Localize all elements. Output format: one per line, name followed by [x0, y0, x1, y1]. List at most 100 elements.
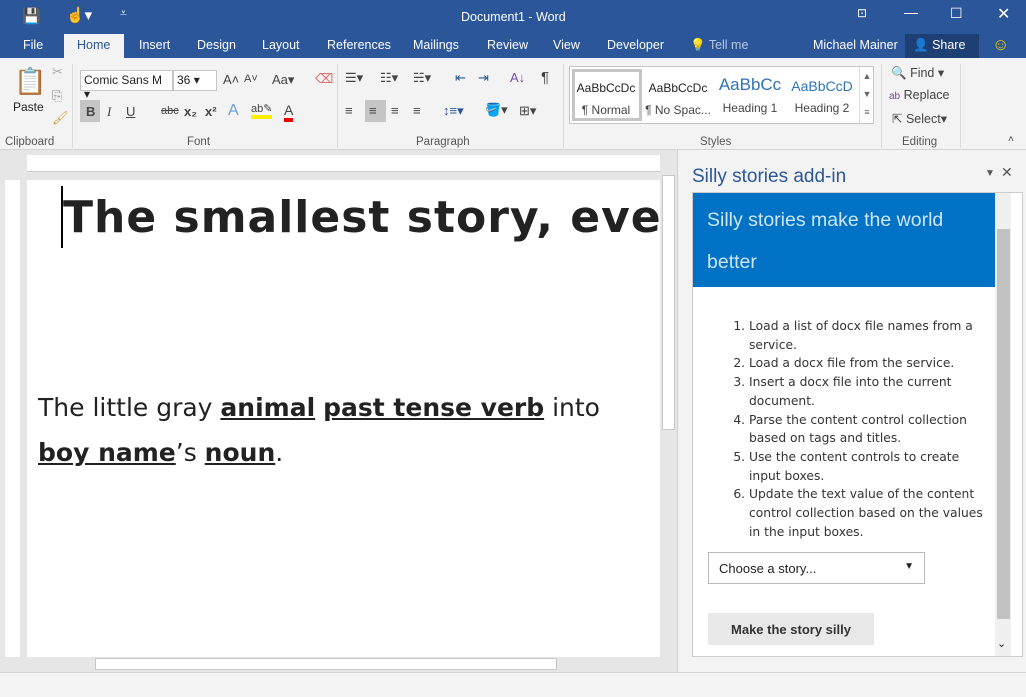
- text-run: .: [275, 438, 284, 467]
- pane-options-icon[interactable]: ▼: [985, 168, 995, 179]
- style-heading-1[interactable]: AaBbCc Heading 1: [714, 67, 786, 123]
- bullets-icon[interactable]: ☰▾: [345, 70, 363, 86]
- horizontal-ruler[interactable]: [27, 155, 660, 172]
- change-case-button[interactable]: Aa▾: [272, 72, 294, 88]
- subscript-button[interactable]: x₂: [184, 104, 197, 119]
- cut-icon[interactable]: ✂: [52, 64, 63, 80]
- paste-icon[interactable]: 📋: [14, 66, 46, 97]
- clear-formatting-icon[interactable]: ⌫: [315, 71, 333, 87]
- ribbon: 📋 Paste ✂ ⎘ 🖌 Clipboard Comic Sans M ▾ 3…: [0, 58, 1026, 150]
- minimize-icon[interactable]: —: [904, 4, 918, 20]
- find-button[interactable]: 🔍 Find ▾: [891, 65, 944, 81]
- paste-button[interactable]: Paste: [13, 100, 44, 114]
- align-center-icon[interactable]: ≡: [369, 103, 377, 118]
- ribbon-display-icon[interactable]: ⊡: [857, 6, 867, 20]
- text-run: ’s: [175, 438, 205, 467]
- tab-references[interactable]: References: [327, 38, 391, 52]
- group-paragraph-label: Paragraph: [416, 136, 470, 148]
- tab-design[interactable]: Design: [197, 38, 236, 52]
- font-name-combo[interactable]: Comic Sans M ▾: [80, 70, 173, 101]
- tab-developer[interactable]: Developer: [607, 38, 664, 52]
- document-title[interactable]: The smallest story, ever: [63, 192, 684, 243]
- person-add-icon: 👤: [913, 38, 929, 52]
- touch-mode-icon[interactable]: ☝▾: [66, 6, 92, 24]
- tab-layout[interactable]: Layout: [262, 38, 300, 52]
- grow-font-icon[interactable]: A˄: [223, 72, 239, 87]
- content-control[interactable]: noun: [205, 438, 276, 467]
- font-color-icon[interactable]: A: [284, 102, 294, 122]
- line-spacing-icon[interactable]: ↕≡▾: [443, 103, 464, 119]
- copy-icon[interactable]: ⎘: [52, 88, 62, 104]
- replace-button[interactable]: ab Replace: [889, 88, 949, 102]
- step-item: Insert a docx file into the current docu…: [749, 373, 983, 410]
- content-control[interactable]: animal: [220, 393, 315, 422]
- pane-close-icon[interactable]: ✕: [1001, 164, 1013, 181]
- document-page[interactable]: The smallest story, ever The little gray…: [27, 180, 683, 657]
- superscript-button[interactable]: x²: [205, 104, 217, 119]
- strikethrough-button[interactable]: abc: [161, 105, 179, 117]
- font-size-combo[interactable]: 36 ▾: [173, 70, 217, 91]
- underline-button[interactable]: U: [126, 104, 135, 119]
- tell-me-search[interactable]: 💡 Tell me: [690, 38, 748, 53]
- tab-mailings[interactable]: Mailings: [413, 38, 459, 52]
- increase-indent-icon[interactable]: ⇥: [478, 70, 489, 86]
- tab-home[interactable]: Home: [77, 38, 110, 52]
- styles-gallery: AaBbCcDc ¶ Normal AaBbCcDc ¶ No Spac... Aa…: [569, 66, 874, 124]
- pane-scrollbar[interactable]: ⌄: [995, 193, 1011, 656]
- align-right-icon[interactable]: ≡: [391, 103, 399, 118]
- cursor-icon: ⇱: [892, 112, 903, 126]
- pane-scroll-thumb[interactable]: [997, 229, 1010, 619]
- tab-review[interactable]: Review: [487, 38, 528, 52]
- tab-view[interactable]: View: [553, 38, 580, 52]
- sort-icon[interactable]: A↓: [510, 70, 525, 85]
- select-button[interactable]: ⇱ Select▾: [892, 111, 947, 126]
- scroll-down-icon[interactable]: ⌄: [997, 637, 1006, 650]
- lightbulb-icon: 💡: [690, 38, 706, 52]
- make-silly-button[interactable]: Make the story silly: [708, 613, 874, 645]
- step-item: Parse the content control collection bas…: [749, 411, 983, 448]
- justify-icon[interactable]: ≡: [413, 103, 421, 118]
- share-button[interactable]: 👤 Share: [905, 34, 979, 58]
- tab-file[interactable]: File: [23, 38, 43, 52]
- format-painter-icon[interactable]: 🖌: [52, 110, 69, 126]
- bold-button[interactable]: B: [86, 104, 95, 119]
- add-in-content: Silly stories make the world better Load…: [692, 192, 1023, 657]
- close-icon[interactable]: ✕: [997, 4, 1010, 24]
- shading-icon[interactable]: 🪣▾: [485, 102, 508, 118]
- content-control[interactable]: boy name: [38, 438, 176, 467]
- highlight-color-icon[interactable]: ab✎: [251, 102, 273, 119]
- decrease-indent-icon[interactable]: ⇤: [455, 70, 466, 86]
- horizontal-scrollbar[interactable]: [20, 657, 660, 671]
- style-normal[interactable]: AaBbCcDc ¶ Normal: [570, 67, 642, 123]
- multilevel-list-icon[interactable]: ☵▾: [413, 70, 431, 86]
- group-font-label: Font: [187, 136, 211, 148]
- smiley-feedback-icon[interactable]: ☺: [992, 35, 1009, 55]
- vertical-scrollbar[interactable]: [660, 155, 677, 657]
- style-no-spacing[interactable]: AaBbCcDc ¶ No Spac...: [642, 67, 714, 123]
- align-left-icon[interactable]: ≡: [345, 103, 353, 118]
- collapse-ribbon-icon[interactable]: ˄: [1008, 134, 1014, 145]
- shrink-font-icon[interactable]: A˅: [244, 73, 258, 85]
- styles-scroll[interactable]: ▲ ▼ ≡: [859, 67, 874, 123]
- text-run: [315, 393, 323, 422]
- chevron-down-icon: ▼: [904, 561, 914, 572]
- story-dropdown[interactable]: Choose a story... ▼: [708, 552, 925, 584]
- user-name[interactable]: Michael Mainer: [813, 38, 898, 52]
- numbering-icon[interactable]: ☷▾: [380, 70, 398, 86]
- borders-icon[interactable]: ⊞▾: [519, 103, 536, 119]
- horizontal-scroll-thumb[interactable]: [95, 658, 557, 670]
- story-paragraph[interactable]: The little gray animal past tense verb i…: [38, 385, 658, 475]
- steps-list: Load a list of docx file names from a se…: [693, 317, 983, 541]
- maximize-icon[interactable]: ☐: [950, 5, 963, 22]
- vertical-ruler[interactable]: [5, 180, 20, 657]
- show-formatting-icon[interactable]: ¶: [541, 69, 549, 86]
- content-control[interactable]: past tense verb: [323, 393, 544, 422]
- tab-insert[interactable]: Insert: [139, 38, 170, 52]
- italic-button[interactable]: I: [107, 104, 111, 120]
- step-item: Use the content controls to create input…: [749, 448, 983, 485]
- text-effects-icon[interactable]: A: [228, 102, 239, 120]
- style-heading-2[interactable]: AaBbCcD Heading 2: [786, 67, 858, 123]
- vertical-scroll-thumb[interactable]: [662, 175, 675, 430]
- save-icon[interactable]: 💾: [22, 7, 41, 25]
- customize-toolbar-icon[interactable]: ⩡: [120, 6, 127, 21]
